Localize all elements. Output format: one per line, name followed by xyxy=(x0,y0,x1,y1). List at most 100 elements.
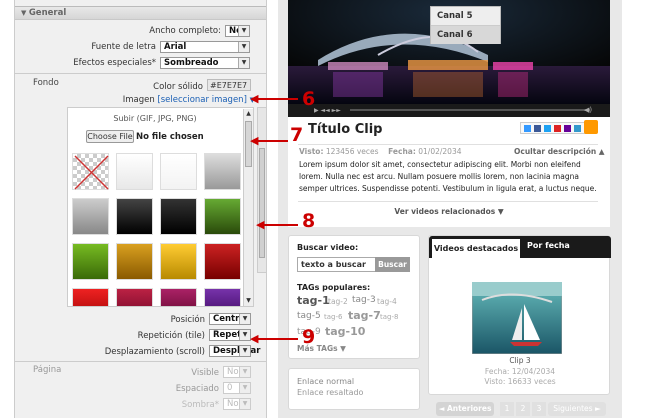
callout-number-8: 8 xyxy=(302,210,316,232)
tab-by-date[interactable]: Por fecha xyxy=(527,241,570,250)
chevron-down-icon: ▼ xyxy=(238,26,249,36)
tab-featured[interactable]: Videos destacados xyxy=(432,239,520,258)
swatch[interactable] xyxy=(204,198,241,235)
swatch[interactable] xyxy=(72,288,109,306)
ancho-label: Ancho completo: xyxy=(149,26,221,36)
visible-select[interactable]: No ▼ xyxy=(223,366,251,378)
swatch[interactable] xyxy=(72,198,109,235)
facebook-icon[interactable] xyxy=(534,125,541,132)
fuente-select[interactable]: Arial ▼ xyxy=(160,41,250,53)
hide-description-link[interactable]: Ocultar descripción ▲ xyxy=(514,147,605,156)
select-image-link[interactable]: [seleccionar imagen xyxy=(157,95,243,105)
callout-arrow xyxy=(256,338,298,340)
swatch[interactable] xyxy=(160,243,197,280)
espaciado-label: Espaciado xyxy=(175,384,219,394)
repeticion-label: Repetición (tile) xyxy=(137,331,205,341)
divider xyxy=(15,73,266,74)
subir-label: Subir (GIF, JPG, PNG) xyxy=(113,114,197,123)
video-meta: Visto: 123456 veces Fecha: 01/02/2034 xyxy=(299,147,462,156)
chevron-down-icon: ▼ xyxy=(239,367,250,377)
arrow-head-icon: ◀ xyxy=(250,134,259,147)
settings-scrollbar[interactable] xyxy=(257,107,266,273)
chevron-down-icon: ▼ xyxy=(239,314,250,324)
section-general-header[interactable]: ▼ General xyxy=(15,6,266,20)
share-icon[interactable] xyxy=(574,125,581,132)
fondo-group-label: Fondo xyxy=(33,78,59,88)
efectos-select[interactable]: Sombreado ▼ xyxy=(160,57,250,69)
email-icon[interactable] xyxy=(524,125,531,132)
choose-file-button[interactable]: Choose File xyxy=(86,130,134,143)
tag-link[interactable]: tag-10 xyxy=(325,325,365,338)
swatch[interactable] xyxy=(116,198,153,235)
channel-item[interactable]: Canal 6 xyxy=(431,26,500,44)
tag-link[interactable]: tag-3 xyxy=(352,295,376,305)
chevron-down-icon: ▼ xyxy=(239,330,250,340)
divider xyxy=(15,361,266,362)
swatch[interactable] xyxy=(116,153,153,190)
tag-link[interactable]: tag-2 xyxy=(328,297,348,306)
rss-icon[interactable] xyxy=(584,120,598,134)
tag-link[interactable]: tag-1 xyxy=(297,294,330,307)
divider xyxy=(298,201,598,202)
espaciado-select[interactable]: 0 ▼ xyxy=(223,382,251,394)
swatch[interactable] xyxy=(116,288,153,306)
player-controls: ▶ ◄◄ ►► ◀) xyxy=(288,104,610,117)
swatch[interactable] xyxy=(204,243,241,280)
settings-scroll-thumb[interactable] xyxy=(259,148,265,258)
swatch[interactable] xyxy=(204,153,241,190)
pager-page[interactable]: 2 xyxy=(516,402,530,416)
search-button[interactable]: Buscar xyxy=(375,257,410,272)
posicion-select[interactable]: Centro ▼ xyxy=(209,313,251,325)
desplazamiento-select[interactable]: Desplazar ▼ xyxy=(209,345,261,357)
related-videos-link[interactable]: Ver videos relacionados ▼ xyxy=(288,207,610,216)
swatch[interactable] xyxy=(160,198,197,235)
swatch[interactable] xyxy=(160,153,197,190)
play-icon[interactable]: ▶ ◄◄ ►► xyxy=(314,107,341,114)
visible-label: Visible xyxy=(191,368,219,378)
scroll-down-icon[interactable]: ▼ xyxy=(244,296,253,305)
swatch[interactable] xyxy=(160,288,197,306)
video-title: Título Clip xyxy=(308,122,383,137)
pager-page[interactable]: 3 xyxy=(532,402,546,416)
swatch-transparent[interactable] xyxy=(72,153,109,190)
channel-item[interactable]: Canal 5 xyxy=(431,7,500,26)
chevron-down-icon: ▼ xyxy=(239,383,250,393)
callout-arrow xyxy=(256,140,288,142)
featured-card: Videos destacados Por fecha Clip 3 Fecha… xyxy=(428,235,611,395)
swatch[interactable] xyxy=(116,243,153,280)
sombra-select[interactable]: No ▼ xyxy=(223,398,251,410)
tag-link[interactable]: tag-6 xyxy=(324,313,342,321)
chevron-down-icon: ▼ xyxy=(238,58,249,68)
swatch[interactable] xyxy=(72,243,109,280)
chevron-down-icon: ▼ xyxy=(239,346,250,356)
arrow-head-icon: ◀ xyxy=(250,92,259,105)
tag-link[interactable]: tag-4 xyxy=(377,297,397,306)
callout-arrow xyxy=(262,224,298,226)
scroll-up-icon[interactable]: ▲ xyxy=(244,109,253,118)
google-icon[interactable] xyxy=(554,125,561,132)
color-input[interactable]: #E7E7E7 xyxy=(207,79,251,91)
yahoo-icon[interactable] xyxy=(564,125,571,132)
pager-next-button[interactable]: Siguientes ► xyxy=(548,402,606,416)
pager-prev-button[interactable]: ◄ Anteriores xyxy=(436,402,494,416)
normal-link[interactable]: Enlace normal xyxy=(297,377,354,386)
ancho-select[interactable]: No ▼ xyxy=(225,25,250,37)
swatch[interactable] xyxy=(204,288,241,306)
progress-track[interactable] xyxy=(350,109,590,111)
clip-thumbnail-image[interactable] xyxy=(472,282,562,354)
tag-link[interactable]: tag-8 xyxy=(380,313,398,321)
highlighted-link[interactable]: Enlace resaltado xyxy=(297,388,363,397)
tag-link[interactable]: tag-7 xyxy=(348,309,381,322)
repeticion-select[interactable]: Repetir ▼ xyxy=(209,329,251,341)
pager-page[interactable]: 1 xyxy=(500,402,514,416)
tag-link[interactable]: tag-5 xyxy=(297,311,321,321)
video-player[interactable]: Canal 5 Canal 6 ▶ ◄◄ ►► ◀) xyxy=(288,0,610,117)
twitter-icon[interactable] xyxy=(544,125,551,132)
video-description: Lorem ipsum dolor sit amet, consectetur … xyxy=(299,160,597,193)
search-input[interactable]: texto a buscar xyxy=(297,257,376,272)
clip-title[interactable]: Clip 3 xyxy=(429,356,611,365)
settings-panel: ▼ General Ancho completo: No ▼ Fuente de … xyxy=(14,0,267,418)
chevron-down-icon: ▼ xyxy=(239,399,250,409)
video-info-card: Título Clip Visto: 123456 veces Fecha: 0… xyxy=(288,117,610,227)
volume-icon[interactable]: ◀) xyxy=(584,106,592,114)
